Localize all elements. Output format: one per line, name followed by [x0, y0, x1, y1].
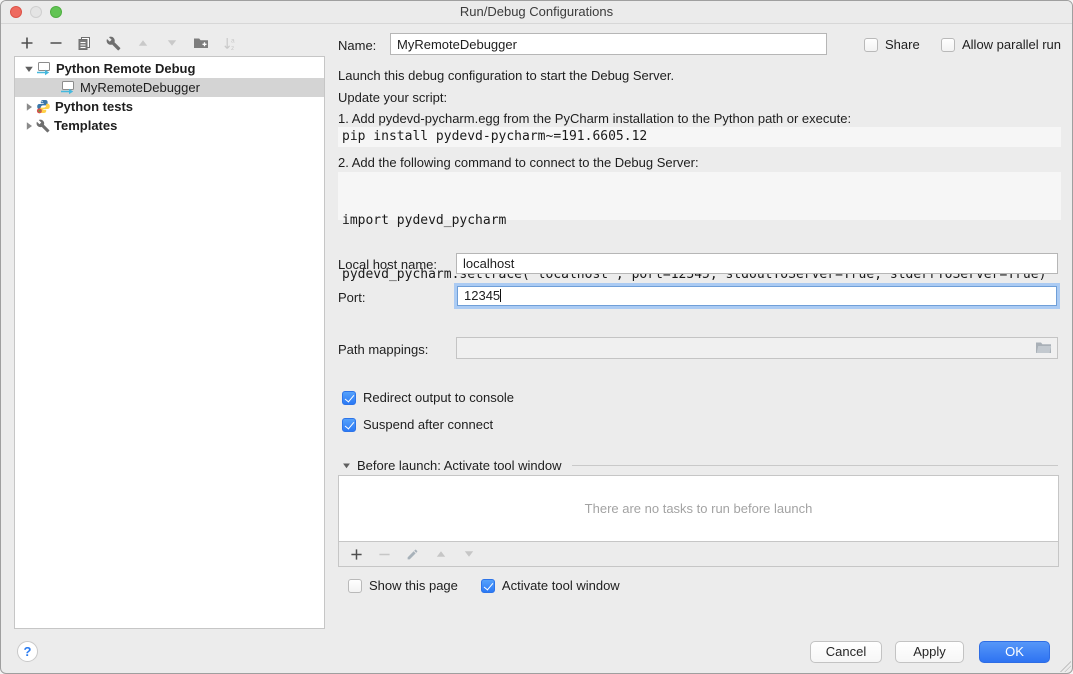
move-up-icon — [432, 546, 449, 563]
configurations-toolbar: az — [18, 32, 238, 54]
port-input[interactable]: 12345 — [457, 286, 1057, 306]
local-host-input[interactable] — [456, 253, 1058, 274]
code-line: import pydevd_pycharm — [342, 212, 1061, 230]
run-debug-configurations-dialog: Run/Debug Configurations az Python Remot… — [0, 0, 1073, 674]
minimize-icon — [30, 6, 42, 18]
name-input[interactable] — [390, 33, 827, 55]
before-launch-task-list[interactable]: There are no tasks to run before launch — [338, 475, 1059, 542]
new-folder-icon[interactable] — [192, 35, 209, 52]
remove-icon[interactable] — [47, 35, 64, 52]
path-mappings-field[interactable] — [456, 337, 1058, 359]
add-icon[interactable] — [348, 546, 365, 563]
show-this-page-checkbox[interactable] — [348, 579, 362, 593]
pip-install-command: pip install pydevd-pycharm~=191.6605.12 — [338, 127, 1061, 147]
activate-tool-window-checkbox[interactable] — [481, 579, 495, 593]
close-icon[interactable] — [10, 6, 22, 18]
tree-item-python-remote-debug[interactable]: Python Remote Debug — [15, 59, 324, 78]
before-launch-title: Before launch: Activate tool window — [357, 458, 562, 473]
remote-debug-icon — [60, 80, 76, 95]
tree-item-label: Python tests — [55, 99, 133, 114]
remote-debug-icon — [36, 61, 52, 76]
chevron-down-icon[interactable] — [342, 461, 351, 470]
redirect-output-label: Redirect output to console — [363, 390, 514, 405]
tree-item-templates[interactable]: Templates — [15, 116, 324, 135]
suspend-after-connect-label: Suspend after connect — [363, 417, 493, 432]
empty-tasks-message: There are no tasks to run before launch — [585, 501, 813, 516]
cancel-button[interactable]: Cancel — [810, 641, 882, 663]
instruction-step2: 2. Add the following command to connect … — [338, 155, 699, 170]
port-label: Port: — [338, 290, 365, 305]
allow-parallel-run-label: Allow parallel run — [962, 37, 1061, 52]
text-cursor — [500, 289, 501, 302]
tree-item-label: MyRemoteDebugger — [80, 80, 200, 95]
chevron-right-icon[interactable] — [22, 102, 36, 112]
apply-button[interactable]: Apply — [895, 641, 964, 663]
chevron-down-icon[interactable] — [22, 64, 36, 74]
allow-parallel-run-checkbox[interactable] — [941, 38, 955, 52]
before-launch-toolbar — [338, 542, 1059, 567]
move-down-icon — [460, 546, 477, 563]
copy-icon[interactable] — [76, 35, 93, 52]
share-checkbox[interactable] — [864, 38, 878, 52]
configurations-tree: Python Remote Debug MyRemoteDebugger Pyt… — [14, 56, 325, 629]
pencil-icon — [404, 546, 421, 563]
wrench-icon — [36, 119, 50, 133]
remove-icon — [376, 546, 393, 563]
ok-button[interactable]: OK — [979, 641, 1050, 663]
sort-az-icon: az — [221, 35, 238, 52]
window-title: Run/Debug Configurations — [1, 1, 1072, 22]
folder-icon[interactable] — [1035, 341, 1052, 354]
chevron-right-icon[interactable] — [22, 121, 36, 131]
question-mark-icon: ? — [24, 644, 32, 659]
resize-grip[interactable] — [1060, 661, 1071, 672]
local-host-label: Local host name: — [338, 257, 437, 272]
activate-tool-window-label: Activate tool window — [502, 578, 620, 593]
separator-line — [572, 465, 1058, 466]
settrace-code-block: import pydevd_pycharm pydevd_pycharm.set… — [338, 172, 1061, 220]
tree-item-myremotedebugger[interactable]: MyRemoteDebugger — [15, 78, 324, 97]
tree-item-label: Templates — [54, 118, 117, 133]
svg-text:z: z — [231, 45, 234, 51]
suspend-after-connect-checkbox[interactable] — [342, 418, 356, 432]
zoom-icon[interactable] — [50, 6, 62, 18]
instruction-update: Update your script: — [338, 90, 447, 105]
show-this-page-label: Show this page — [369, 578, 458, 593]
path-mappings-label: Path mappings: — [338, 342, 428, 357]
move-down-icon — [163, 35, 180, 52]
redirect-output-checkbox[interactable] — [342, 391, 356, 405]
tree-item-label: Python Remote Debug — [56, 61, 195, 76]
instruction-intro: Launch this debug configuration to start… — [338, 68, 674, 83]
titlebar: Run/Debug Configurations — [1, 1, 1072, 24]
instruction-step1: 1. Add pydevd-pycharm.egg from the PyCha… — [338, 111, 851, 126]
wrench-icon[interactable] — [105, 35, 122, 52]
add-icon[interactable] — [18, 35, 35, 52]
python-icon — [36, 99, 51, 114]
before-launch-header[interactable]: Before launch: Activate tool window — [342, 458, 1058, 473]
move-up-icon — [134, 35, 151, 52]
tree-item-python-tests[interactable]: Python tests — [15, 97, 324, 116]
svg-text:a: a — [231, 37, 235, 44]
share-label: Share — [885, 37, 920, 52]
name-label: Name: — [338, 38, 376, 53]
help-button[interactable]: ? — [17, 641, 38, 662]
